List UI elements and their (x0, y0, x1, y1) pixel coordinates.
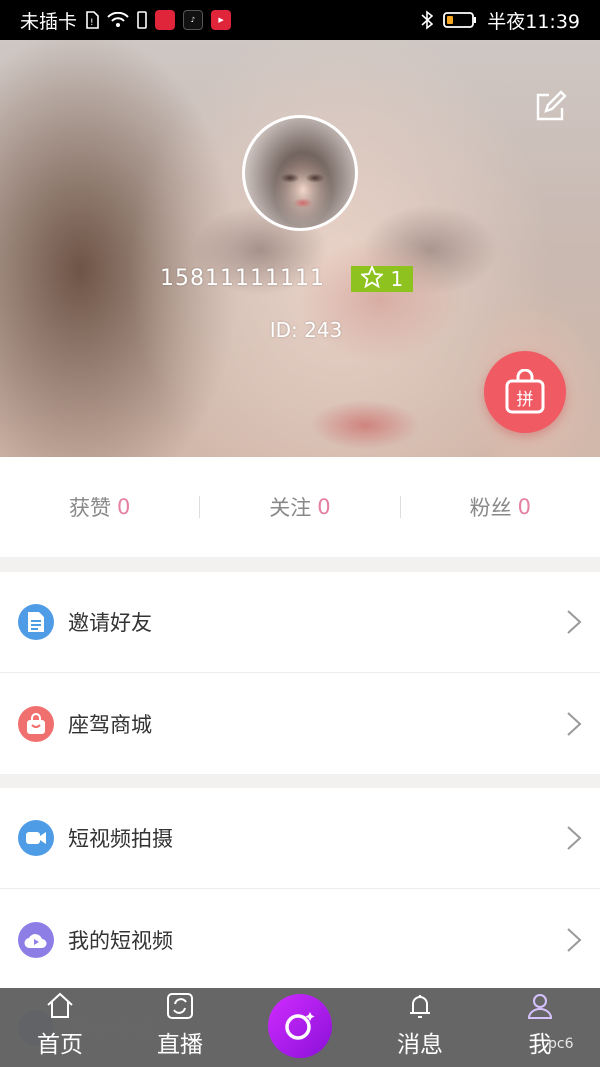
video-camera-icon (18, 820, 54, 856)
invite-friends-label: 邀请好友 (68, 611, 152, 635)
group-buy-button[interactable]: 拼 (484, 351, 566, 433)
edit-profile-icon[interactable] (533, 90, 567, 124)
invite-friends-item[interactable]: 邀请好友 (0, 572, 600, 673)
car-mall-label: 座驾商城 (68, 712, 152, 737)
video-app-icon: ▶ (211, 10, 232, 30)
bluetooth-icon (421, 10, 434, 30)
tab-messages-label: 消息 (397, 1032, 443, 1058)
menu-group-2: 短视频拍摄 我的短视频 (0, 788, 600, 990)
car-mall-item[interactable]: 座驾商城 (0, 673, 600, 774)
likes-label: 获赞 (68, 496, 111, 520)
svg-text:!: ! (90, 18, 94, 28)
tab-me[interactable]: 我 (480, 988, 600, 1067)
short-video-shoot-item[interactable]: 短视频拍摄 (0, 788, 600, 889)
group-buy-label: 拼 (516, 389, 534, 410)
fans-stat[interactable]: 粉丝 0 (401, 492, 600, 522)
level-badge: 1 (351, 264, 413, 293)
douyin-app-icon: ♪ (183, 10, 204, 30)
likes-count: 0 (116, 495, 131, 519)
short-video-shoot-label: 短视频拍摄 (68, 827, 173, 851)
status-bar: 未插卡 ! ♪ ▶ 半夜11:39 (0, 0, 600, 40)
start-live-button[interactable] (268, 994, 332, 1058)
carrier-text: 未插卡 (20, 10, 78, 33)
chevron-right-icon (567, 927, 582, 952)
star-icon (359, 264, 385, 293)
likes-stat[interactable]: 获赞 0 (0, 492, 199, 522)
stats-row: 获赞 0 关注 0 粉丝 0 (0, 457, 600, 557)
notification-icon (137, 11, 147, 29)
live-refresh-icon (167, 993, 193, 1019)
xiaohongshu-app-icon (155, 10, 176, 30)
fans-label: 粉丝 (469, 496, 512, 520)
user-icon (527, 994, 553, 1019)
chevron-right-icon (567, 826, 582, 850)
home-icon (47, 992, 73, 1018)
tab-live-label: 直播 (157, 1032, 203, 1058)
profile-header: 15811111111 1 ID: 243 拼 (0, 40, 600, 457)
watermark-text: pc6 (548, 1036, 574, 1052)
menu-group-1: 邀请好友 座驾商城 (0, 572, 600, 774)
tab-messages[interactable]: 消息 (360, 988, 480, 1067)
following-count: 0 (317, 495, 331, 519)
camera-start-icon (285, 1012, 315, 1040)
fans-count: 0 (517, 495, 531, 519)
my-short-videos-item[interactable]: 我的短视频 (0, 889, 600, 990)
wifi-icon (107, 12, 129, 28)
clock-text: 半夜11:39 (487, 10, 580, 33)
battery-icon (443, 11, 477, 29)
cloud-play-icon (18, 921, 54, 958)
my-short-videos-label: 我的短视频 (68, 928, 173, 953)
level-number: 1 (390, 267, 404, 291)
chevron-right-icon (567, 711, 582, 736)
background-photo (310, 400, 420, 450)
shopping-bag-icon (18, 705, 54, 742)
sim-icon: ! (85, 11, 99, 29)
user-id: ID: 243 (269, 318, 343, 342)
tab-live[interactable]: 直播 (120, 988, 240, 1067)
tab-home-label: 首页 (37, 1032, 83, 1058)
tab-home[interactable]: 首页 (0, 988, 120, 1067)
document-icon (18, 604, 54, 640)
bell-icon (410, 995, 430, 1018)
username: 15811111111 (160, 266, 325, 291)
following-label: 关注 (269, 496, 312, 520)
avatar[interactable] (242, 115, 358, 231)
chevron-right-icon (567, 610, 582, 634)
following-stat[interactable]: 关注 0 (200, 492, 399, 522)
